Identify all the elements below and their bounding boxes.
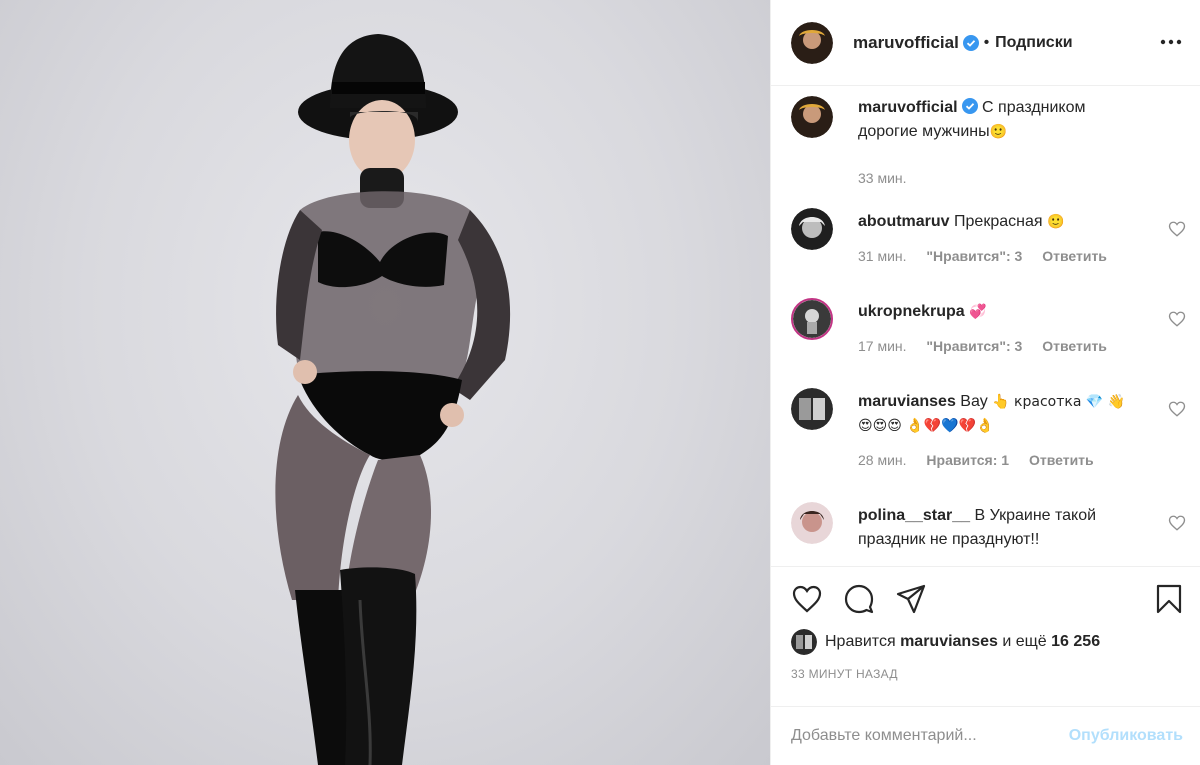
commenter-avatar[interactable]: [791, 208, 833, 250]
comment-message: Вау: [960, 393, 988, 410]
caption-text: maruvofficial С праздником дорогие мужчи…: [858, 96, 1138, 144]
comment-text: aboutmaruv Прекрасная 🙂: [858, 210, 1138, 234]
author-username[interactable]: maruvofficial: [853, 33, 959, 53]
model-illustration: [275, 34, 511, 765]
comment-meta: 31 мин. "Нравится": 3 Ответить: [858, 248, 1123, 264]
more-icon[interactable]: [1159, 32, 1183, 52]
comment-like-icon[interactable]: [1168, 400, 1186, 418]
author-avatar[interactable]: [791, 21, 833, 64]
comment-username[interactable]: aboutmaruv: [858, 213, 950, 230]
verified-badge-icon: [962, 34, 979, 51]
comment-item: maruvianses Вау 👆 красотка 💎 👋😍😍😍 👌💔💙💔👌 …: [791, 388, 1186, 488]
likes-summary[interactable]: Нравится maruvianses и ещё 16 256: [791, 629, 1100, 655]
post-header: maruvofficial • Подписки: [771, 0, 1200, 86]
comment-item: ukropnekrupa 💞 17 мин. "Нравится": 3 Отв…: [791, 298, 1186, 378]
reply-button[interactable]: Ответить: [1042, 338, 1107, 354]
liker-avatar: [791, 629, 817, 655]
commenter-avatar[interactable]: [791, 502, 833, 544]
comment-text: polina__star__ В Украине такой праздник …: [858, 504, 1138, 552]
liker-username[interactable]: maruvianses: [900, 633, 998, 651]
comment-message: Прекрасная: [954, 213, 1043, 230]
comments-list[interactable]: maruvofficial С праздником дорогие мужчи…: [771, 86, 1200, 566]
comment-item: aboutmaruv Прекрасная 🙂 31 мин. "Нравитс…: [791, 208, 1186, 288]
comment-likes[interactable]: "Нравится": 3: [926, 338, 1022, 354]
comment-meta: 28 мин. Нравится: 1 Ответить: [858, 452, 1110, 468]
heart-icon[interactable]: [791, 583, 823, 615]
reply-button[interactable]: Ответить: [1042, 248, 1107, 264]
commenter-avatar[interactable]: [791, 298, 833, 340]
comment-input[interactable]: [791, 727, 1069, 745]
comment-time: 31 мин.: [858, 248, 907, 264]
comment-emoji: 💞: [969, 304, 987, 320]
comment-time: 28 мин.: [858, 452, 907, 468]
comment-meta: 17 мин. "Нравится": 3 Ответить: [858, 338, 1123, 354]
caption-username[interactable]: maruvofficial: [858, 99, 958, 116]
caption-meta: 33 мин.: [858, 170, 923, 186]
caption-emoji: 🙂: [989, 124, 1008, 140]
post-photo[interactable]: [0, 0, 770, 765]
comment-username[interactable]: polina__star__: [858, 507, 970, 524]
comment-like-icon[interactable]: [1168, 220, 1186, 238]
post-actions: Нравится maruvianses и ещё 16 256 33 МИН…: [771, 566, 1200, 706]
share-icon[interactable]: [895, 583, 927, 615]
verified-badge-icon: [961, 98, 978, 114]
author-avatar[interactable]: [791, 96, 833, 138]
reply-button[interactable]: Ответить: [1029, 452, 1094, 468]
comment-icon[interactable]: [843, 583, 875, 615]
following-button[interactable]: Подписки: [995, 34, 1072, 52]
post-side-panel: maruvofficial • Подписки maruvofficial С…: [770, 0, 1200, 765]
likes-middle: и ещё: [1002, 633, 1047, 650]
comment-text: maruvianses Вау 👆 красотка 💎 👋😍😍😍 👌💔💙💔👌: [858, 390, 1138, 438]
likes-prefix: Нравится: [825, 633, 896, 650]
bookmark-icon[interactable]: [1153, 583, 1185, 615]
publish-button[interactable]: Опубликовать: [1069, 727, 1183, 745]
comment-emoji: 🙂: [1046, 214, 1065, 230]
comment-time: 17 мин.: [858, 338, 907, 354]
caption-time: 33 мин.: [858, 170, 907, 186]
comment-like-icon[interactable]: [1168, 514, 1186, 532]
comment-text: ukropnekrupa 💞: [858, 300, 1138, 324]
likes-count[interactable]: 16 256: [1051, 633, 1100, 651]
comment-likes[interactable]: "Нравится": 3: [926, 248, 1022, 264]
caption: maruvofficial С праздником дорогие мужчи…: [791, 96, 1186, 186]
commenter-avatar[interactable]: [791, 388, 833, 430]
comment-likes[interactable]: Нравится: 1: [926, 452, 1009, 468]
separator-dot: •: [983, 34, 990, 51]
instagram-post: maruvofficial • Подписки maruvofficial С…: [0, 0, 1200, 765]
comment-username[interactable]: maruvianses: [858, 393, 956, 410]
comment-like-icon[interactable]: [1168, 310, 1186, 328]
comment-item: polina__star__ В Украине такой праздник …: [791, 502, 1186, 562]
post-time: 33 МИНУТ НАЗАД: [791, 667, 898, 681]
comment-username[interactable]: ukropnekrupa: [858, 303, 965, 320]
comment-composer: Опубликовать: [771, 706, 1200, 765]
